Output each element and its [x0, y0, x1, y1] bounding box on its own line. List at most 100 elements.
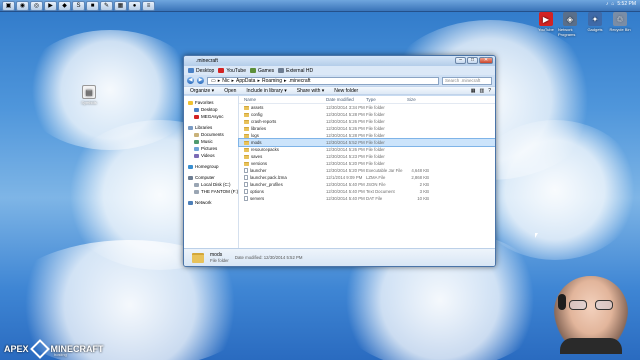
firefox-icon[interactable]: ◉ — [16, 0, 29, 11]
file-type: DAT File — [366, 196, 383, 201]
paint-icon[interactable]: ✎ — [100, 0, 113, 11]
maximize-button[interactable]: □ — [467, 57, 478, 64]
file-icon — [244, 168, 248, 173]
table-row[interactable]: logs 12/30/2014 5:28 PM File folder — [239, 132, 495, 139]
file-name-cell: launcher.pack.lzma — [239, 175, 326, 180]
folder-icon[interactable]: ■ — [86, 0, 99, 11]
close-button[interactable]: ✕ — [479, 57, 493, 64]
table-row[interactable]: launcher_profiles 12/30/2014 5:40 PM JSON … — [239, 181, 495, 188]
network-icon[interactable]: ⌂ — [611, 1, 614, 7]
command-include-in-library[interactable]: Include in library ▾ — [246, 88, 286, 94]
command-organize[interactable]: Organize ▾ — [190, 88, 214, 94]
bookmark-icon — [188, 68, 194, 73]
nav-pictures[interactable]: Pictures — [184, 145, 238, 152]
clock[interactable]: 5:52 PM — [617, 1, 636, 7]
desktop-icon-symbols[interactable]: ▤ Symbols — [77, 85, 101, 105]
file-name: libraries — [251, 126, 267, 131]
breadcrumb-item[interactable]: AppData — [236, 78, 255, 84]
desktop-icon-network-programs[interactable]: ◈ Network Programs — [558, 12, 582, 37]
nav-label: Desktop — [201, 107, 218, 112]
preview-pane-icon[interactable]: ▥ — [479, 88, 484, 94]
skype-icon[interactable]: S — [72, 0, 85, 11]
chrome-icon[interactable]: ◎ — [30, 0, 43, 11]
breadcrumb-item[interactable]: .minecraft — [289, 78, 311, 84]
taskbar: ▣ ◉ ◎ ▶ ◆ S ■ ✎ ▦ ● ≡ ♪ ⌂ 5:52 PM — [0, 0, 640, 12]
column-size[interactable]: Size — [407, 97, 437, 102]
file-name: mods — [251, 140, 262, 145]
window-titlebar[interactable]: .minecraft – □ ✕ — [184, 56, 495, 66]
nav-label: Videos — [201, 153, 215, 158]
media-player-icon[interactable]: ▶ — [44, 0, 57, 11]
table-row[interactable]: mods 12/30/2014 5:52 PM File folder — [238, 138, 495, 147]
window-controls: – □ ✕ — [455, 57, 493, 64]
nav-music[interactable]: Music — [184, 138, 238, 145]
nav-libraries[interactable]: Libraries — [184, 124, 238, 131]
favorites-bar-item[interactable]: Desktop — [188, 68, 214, 74]
file-name: launcher — [250, 168, 267, 173]
table-row[interactable]: saves 12/30/2014 5:23 PM File folder — [239, 153, 495, 160]
mouse-cursor — [535, 233, 538, 238]
table-row[interactable]: libraries 12/30/2014 5:26 PM File folder — [239, 125, 495, 132]
file-date: 12/30/2014 3:34 PM — [326, 105, 365, 110]
file-icon — [244, 175, 248, 180]
speaker-icon[interactable]: ♪ — [606, 1, 609, 7]
favorites-bar-item[interactable]: External HD — [278, 68, 313, 74]
folder-icon: ▭ — [211, 77, 216, 84]
table-row[interactable]: config 12/30/2014 5:28 PM File folder — [239, 111, 495, 118]
table-row[interactable]: launcher 12/30/2014 5:20 PM Executable Jar… — [239, 167, 495, 174]
breadcrumb-item[interactable]: Roaming — [262, 78, 282, 84]
nav-megasync[interactable]: MEGAsync — [184, 113, 238, 120]
column-type[interactable]: Type — [366, 97, 407, 102]
column-name[interactable]: Name — [239, 97, 326, 102]
folder-icon — [244, 126, 249, 131]
table-row[interactable]: options 12/30/2014 5:40 PM Text Document 3 … — [239, 188, 495, 195]
obs-icon[interactable]: ● — [128, 0, 141, 11]
column-date[interactable]: Date modified — [326, 97, 366, 102]
notepad-icon[interactable]: ≡ — [142, 0, 155, 11]
favorites-bar-item[interactable]: Games — [250, 68, 274, 74]
nav-desktop[interactable]: Desktop — [184, 106, 238, 113]
desktop-icon-gadgets[interactable]: ✦ Gadgets — [583, 12, 607, 32]
table-row[interactable]: assets 12/30/2014 3:34 PM File folder — [239, 104, 495, 111]
folder-icon — [192, 252, 204, 263]
file-size: 3 KB — [419, 189, 429, 194]
help-icon[interactable]: ? — [488, 88, 491, 94]
nav-drive-1[interactable]: THE FANTOM (F:) — [184, 188, 238, 195]
file-name-cell: mods — [239, 140, 326, 145]
file-name: crash-reports — [251, 119, 277, 124]
table-row[interactable]: resourcepacks 12/30/2014 5:26 PM File fold… — [239, 146, 495, 153]
favorites-bar-item[interactable]: YouTube — [218, 68, 246, 74]
table-row[interactable]: servers 12/30/2014 5:40 PM DAT File 10 KB — [239, 195, 495, 202]
file-name-cell: launcher — [239, 168, 326, 173]
search-input[interactable]: Search .minecraft — [442, 76, 492, 85]
nav-label: Libraries — [195, 125, 213, 130]
breadcrumb-item[interactable]: Nic — [222, 78, 229, 84]
command-open[interactable]: Open — [224, 88, 236, 94]
command-new-folder[interactable]: New folder — [334, 88, 358, 94]
back-button[interactable]: ◀ — [187, 77, 194, 84]
desktop-icon-youtube[interactable]: ▶ YouTube — [534, 12, 558, 32]
forward-button[interactable]: ▶ — [197, 77, 204, 84]
windows-explorer-icon[interactable]: ▣ — [2, 0, 15, 11]
table-row[interactable]: crash-reports 12/30/2014 5:26 PM File fold… — [239, 118, 495, 125]
nav-videos[interactable]: Videos — [184, 152, 238, 159]
file-type: File folder — [366, 105, 385, 110]
minimize-button[interactable]: – — [455, 57, 466, 64]
nav-documents[interactable]: Documents — [184, 131, 238, 138]
nav-computer[interactable]: Computer — [184, 174, 238, 181]
table-row[interactable]: versions 12/30/2014 5:20 PM File folder — [239, 160, 495, 167]
command-share-with[interactable]: Share with ▾ — [297, 88, 325, 94]
steam-icon[interactable]: ◆ — [58, 0, 71, 11]
desktop-icon-label: Gadgets — [587, 27, 603, 32]
table-row[interactable]: launcher.pack.lzma 12/1/2014 9:09 PM LZMA … — [239, 174, 495, 181]
nav-favorites[interactable]: Favorites — [184, 99, 238, 106]
nav-drive-0[interactable]: Local Disk (C:) — [184, 181, 238, 188]
address-bar[interactable]: ▭ ▸ Nic ▸ AppData ▸ Roaming ▸ .minecraft — [207, 76, 439, 85]
nav-network[interactable]: Network — [184, 199, 238, 206]
file-date: 12/30/2014 5:26 PM — [326, 126, 365, 131]
desktop-icon-recycle-bin[interactable]: ♲ Recycle Bin — [608, 12, 632, 32]
view-options-icon[interactable]: ▦ — [471, 88, 476, 94]
desktop-app-icon: ✦ — [588, 12, 602, 26]
minecraft-icon[interactable]: ▦ — [114, 0, 127, 11]
nav-homegroup[interactable]: Homegroup — [184, 163, 238, 170]
